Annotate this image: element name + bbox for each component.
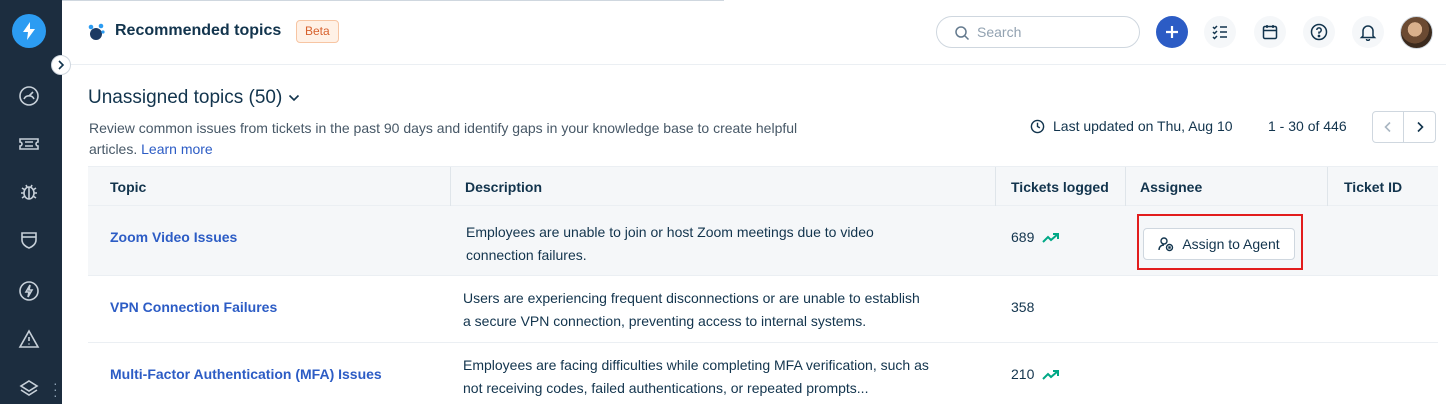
- recommended-topics-icon: [87, 22, 107, 42]
- search-icon: [955, 26, 970, 41]
- bell-icon: [1359, 25, 1377, 41]
- bolt-circle-icon[interactable]: [18, 280, 40, 302]
- unassigned-topics-dropdown[interactable]: Unassigned topics (50): [88, 87, 300, 109]
- column-header-tickets-logged[interactable]: Tickets logged: [996, 167, 1126, 207]
- topic-link[interactable]: Multi-Factor Authentication (MFA) Issues: [110, 366, 382, 382]
- table-row[interactable]: Multi-Factor Authentication (MFA) Issues…: [88, 343, 1438, 404]
- topic-link[interactable]: VPN Connection Failures: [110, 299, 277, 315]
- checklist-icon: [1212, 25, 1227, 40]
- layers-icon[interactable]: [18, 378, 40, 400]
- table-header: Topic Description Tickets logged Assigne…: [88, 166, 1438, 207]
- tickets-logged: 689: [1011, 226, 1060, 249]
- warning-icon[interactable]: [18, 328, 40, 350]
- tickets-logged: 358: [1011, 299, 1035, 315]
- expand-sidebar-button[interactable]: [51, 55, 71, 75]
- assign-to-agent-button[interactable]: Assign to Agent: [1143, 228, 1295, 260]
- lightning-bolt-logo[interactable]: [12, 14, 46, 48]
- topic-description: Users are experiencing frequent disconne…: [463, 290, 920, 329]
- search-box[interactable]: [936, 16, 1140, 48]
- column-header-ticket-id[interactable]: Ticket ID: [1328, 167, 1438, 207]
- calendar-icon: [1262, 25, 1278, 40]
- bug-icon[interactable]: [18, 181, 40, 203]
- column-header-assignee[interactable]: Assignee: [1126, 167, 1328, 207]
- tickets-icon[interactable]: [18, 133, 40, 155]
- plus-icon: [1166, 26, 1178, 38]
- column-header-description[interactable]: Description: [451, 167, 996, 207]
- dashboard-icon[interactable]: [18, 85, 40, 107]
- assign-agent-icon: [1158, 237, 1174, 252]
- learn-more-link[interactable]: Learn more: [141, 141, 213, 157]
- user-avatar[interactable]: [1400, 16, 1433, 49]
- table-row[interactable]: VPN Connection Failures Users are experi…: [88, 276, 1438, 343]
- notifications-button[interactable]: [1352, 16, 1384, 48]
- calendar-button[interactable]: [1254, 16, 1286, 48]
- beta-badge: Beta: [296, 20, 339, 43]
- topic-description: Employees are facing difficulties while …: [463, 357, 929, 396]
- trend-up-icon: [1042, 369, 1060, 380]
- search-input[interactable]: [977, 23, 1127, 41]
- add-new-button[interactable]: [1156, 16, 1188, 48]
- trend-up-icon: [1042, 232, 1060, 243]
- section-description: Review common issues from tickets in the…: [89, 120, 798, 157]
- pagination-range: 1 - 30 of 446: [1268, 118, 1347, 134]
- shield-icon[interactable]: [18, 229, 40, 251]
- top-header: Recommended topics Beta: [62, 0, 1446, 65]
- chevron-right-icon: [1416, 121, 1424, 133]
- tasks-button[interactable]: [1204, 16, 1236, 48]
- pager: [1372, 111, 1436, 143]
- topic-description: Employees are unable to join or host Zoo…: [466, 224, 874, 263]
- tickets-logged: 210: [1011, 363, 1060, 386]
- topic-link[interactable]: Zoom Video Issues: [110, 229, 237, 245]
- last-updated: Last updated on Thu, Aug 10: [1030, 118, 1233, 134]
- previous-page-button[interactable]: [1373, 112, 1405, 142]
- next-page-button[interactable]: [1404, 112, 1435, 142]
- help-button[interactable]: [1303, 16, 1335, 48]
- section-title: Unassigned topics (50): [88, 87, 283, 108]
- more-options-icon[interactable]: · · ·: [53, 376, 58, 402]
- column-header-topic[interactable]: Topic: [88, 167, 451, 207]
- clock-icon: [1030, 119, 1045, 133]
- help-icon: [1310, 23, 1328, 41]
- page-title: Recommended topics: [115, 22, 282, 39]
- chevron-right-icon: [58, 60, 65, 70]
- chevron-left-icon: [1384, 121, 1391, 133]
- chevron-down-icon: [289, 94, 300, 102]
